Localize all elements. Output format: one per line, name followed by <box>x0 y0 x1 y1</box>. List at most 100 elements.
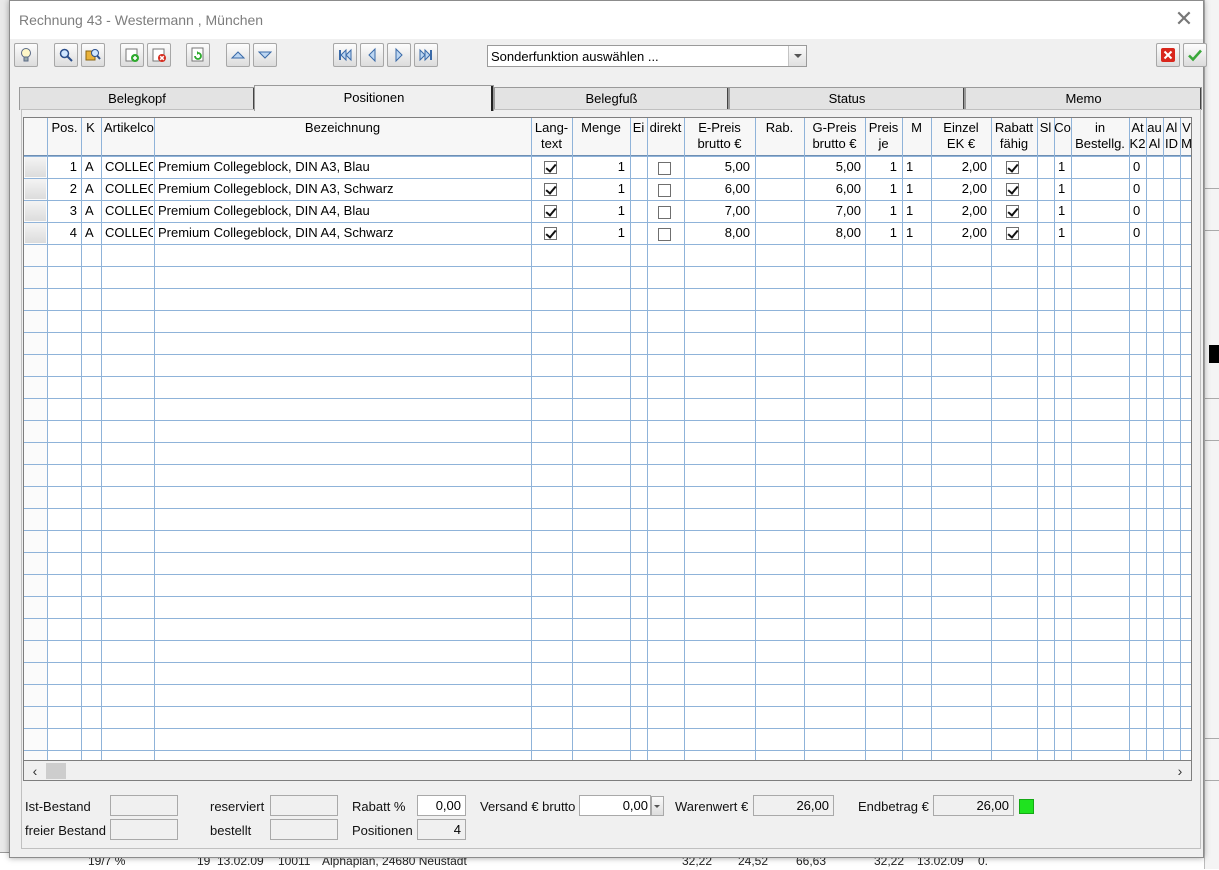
chevron-down-icon[interactable] <box>788 46 806 66</box>
first-record-button[interactable] <box>333 43 357 67</box>
cell-co[interactable]: 1 <box>1058 178 1070 200</box>
cancel-button[interactable] <box>1156 43 1180 67</box>
tab-belegkopf[interactable]: Belegkopf <box>19 87 255 110</box>
horizontal-scrollbar[interactable]: ‹ › <box>23 760 1192 781</box>
tab-memo[interactable]: Memo <box>965 87 1202 110</box>
header-at-k2[interactable]: At K2 <box>1129 120 1146 156</box>
header-co[interactable]: Co <box>1054 120 1071 156</box>
header-al-id[interactable]: Al ID <box>1163 120 1180 156</box>
versand-input[interactable]: 0,00 <box>579 795 651 816</box>
tab-positionen[interactable]: Positionen <box>254 85 494 111</box>
search-button[interactable] <box>54 43 78 67</box>
cell-pos[interactable]: 1 <box>48 156 77 178</box>
cell-bezeichnung[interactable]: Premium Collegeblock, DIN A4, Schwarz <box>158 222 528 244</box>
header-bezeichnung[interactable]: Bezeichnung <box>154 120 531 156</box>
scroll-left-icon[interactable]: ‹ <box>26 762 44 780</box>
cell-artikelcode[interactable]: COLLEG <box>105 178 153 200</box>
cell-epreis[interactable]: 6,00 <box>684 178 750 200</box>
rabatt-input[interactable]: 0,00 <box>417 795 466 816</box>
cell-bezeichnung[interactable]: Premium Collegeblock, DIN A3, Schwarz <box>158 178 528 200</box>
cell-artikelcode[interactable]: COLLEG <box>105 200 153 222</box>
cell-pos[interactable]: 2 <box>48 178 77 200</box>
header-menge[interactable]: Menge <box>572 120 630 156</box>
cell-at-k2[interactable]: 0 <box>1133 222 1145 244</box>
header-k[interactable]: K <box>81 120 100 156</box>
delete-position-button[interactable] <box>147 43 171 67</box>
versand-dropdown-icon[interactable] <box>651 796 664 816</box>
cell-preis-je[interactable]: 1 <box>865 178 897 200</box>
scrollbar-thumb[interactable] <box>46 763 66 779</box>
checkbox-rabattfaehig[interactable] <box>1006 205 1019 218</box>
cell-epreis[interactable]: 5,00 <box>684 156 750 178</box>
cell-pos[interactable]: 4 <box>48 222 77 244</box>
header-direkt[interactable]: direkt <box>647 120 684 156</box>
header-pos[interactable]: Pos. <box>48 120 81 156</box>
cell-artikelcode[interactable]: COLLEG <box>105 156 153 178</box>
header-sl[interactable]: Sl <box>1037 120 1054 156</box>
header-rabatt[interactable]: Rab. <box>755 120 804 156</box>
checkbox-langtext[interactable] <box>544 227 557 240</box>
header-einzel-ek[interactable]: Einzel EK € <box>931 120 991 156</box>
previous-record-button[interactable] <box>360 43 384 67</box>
cell-menge[interactable]: 1 <box>572 156 625 178</box>
cell-k[interactable]: A <box>85 156 99 178</box>
header-m[interactable]: M <box>902 120 931 156</box>
row-selector[interactable] <box>25 157 46 177</box>
cell-m[interactable]: 1 <box>906 178 926 200</box>
cell-epreis[interactable]: 7,00 <box>684 200 750 222</box>
row-selector[interactable] <box>25 201 46 221</box>
checkbox-langtext[interactable] <box>544 183 557 196</box>
header-in-bestellung[interactable]: in Bestellg. <box>1071 120 1129 156</box>
header-v-m[interactable]: V M <box>1180 120 1191 156</box>
cell-at-k2[interactable]: 0 <box>1133 156 1145 178</box>
cell-bezeichnung[interactable]: Premium Collegeblock, DIN A3, Blau <box>158 156 528 178</box>
header-ei[interactable]: Ei <box>630 120 647 156</box>
close-window-button[interactable]: ✕ <box>1173 8 1195 30</box>
header-rabattfaehig[interactable]: Rabatt fähig <box>991 120 1037 156</box>
cell-menge[interactable]: 1 <box>572 222 625 244</box>
checkbox-direkt[interactable] <box>658 206 671 219</box>
scroll-right-icon[interactable]: › <box>1171 762 1189 780</box>
cell-einzel-ek[interactable]: 2,00 <box>931 178 987 200</box>
checkbox-langtext[interactable] <box>544 205 557 218</box>
next-record-button[interactable] <box>387 43 411 67</box>
cell-gpreis[interactable]: 6,00 <box>804 178 861 200</box>
header-langtext[interactable]: Lang- text <box>531 120 572 156</box>
cell-k[interactable]: A <box>85 178 99 200</box>
cell-einzel-ek[interactable]: 2,00 <box>931 156 987 178</box>
header-gpreis[interactable]: G-Preis brutto € <box>804 120 865 156</box>
cell-k[interactable]: A <box>85 222 99 244</box>
move-up-button[interactable] <box>226 43 250 67</box>
cell-m[interactable]: 1 <box>906 200 926 222</box>
cell-einzel-ek[interactable]: 2,00 <box>931 222 987 244</box>
cell-m[interactable]: 1 <box>906 222 926 244</box>
cell-menge[interactable]: 1 <box>572 200 625 222</box>
cell-at-k2[interactable]: 0 <box>1133 178 1145 200</box>
cell-preis-je[interactable]: 1 <box>865 222 897 244</box>
cell-bezeichnung[interactable]: Premium Collegeblock, DIN A4, Blau <box>158 200 528 222</box>
cell-gpreis[interactable]: 5,00 <box>804 156 861 178</box>
tab-status[interactable]: Status <box>729 87 965 110</box>
last-record-button[interactable] <box>414 43 438 67</box>
cell-co[interactable]: 1 <box>1058 156 1070 178</box>
header-preis-je[interactable]: Preis je <box>865 120 902 156</box>
hint-button[interactable] <box>14 43 38 67</box>
checkbox-direkt[interactable] <box>658 184 671 197</box>
article-lookup-button[interactable] <box>81 43 105 67</box>
cell-preis-je[interactable]: 1 <box>865 156 897 178</box>
cell-m[interactable]: 1 <box>906 156 926 178</box>
special-function-select[interactable]: Sonderfunktion auswählen ... <box>487 45 807 67</box>
cell-einzel-ek[interactable]: 2,00 <box>931 200 987 222</box>
row-selector[interactable] <box>25 179 46 199</box>
cell-at-k2[interactable]: 0 <box>1133 200 1145 222</box>
refresh-button[interactable] <box>186 43 210 67</box>
checkbox-rabattfaehig[interactable] <box>1006 183 1019 196</box>
cell-menge[interactable]: 1 <box>572 178 625 200</box>
cell-co[interactable]: 1 <box>1058 200 1070 222</box>
add-position-button[interactable] <box>120 43 144 67</box>
header-epreis[interactable]: E-Preis brutto € <box>684 120 755 156</box>
cell-gpreis[interactable]: 8,00 <box>804 222 861 244</box>
checkbox-direkt[interactable] <box>658 228 671 241</box>
checkbox-rabattfaehig[interactable] <box>1006 161 1019 174</box>
tab-belegfuss[interactable]: Belegfuß <box>494 87 729 110</box>
